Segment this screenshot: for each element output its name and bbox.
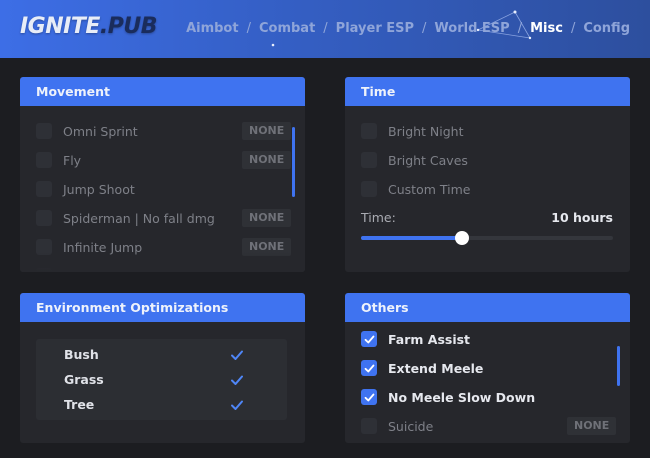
checkbox[interactable] [361, 181, 377, 197]
time-panel: Time Bright Night Bright Caves Custom Ti… [345, 77, 630, 272]
option-label: Bright Night [388, 123, 464, 139]
others-suicide[interactable]: Suicide [361, 416, 433, 436]
others-extend-meele[interactable]: Extend Meele [361, 358, 483, 378]
time-bright-night[interactable]: Bright Night [361, 121, 464, 141]
checkbox-checked[interactable] [361, 389, 377, 405]
top-bar: IGNITE.PUB Aimbot / Combat / Player ESP … [0, 0, 650, 58]
tab-aimbot[interactable]: Aimbot [186, 21, 239, 36]
tab-combat[interactable]: Combat [259, 21, 315, 36]
nav-separator: / [246, 21, 251, 36]
nav-separator: / [517, 21, 523, 36]
time-custom-time[interactable]: Custom Time [361, 179, 470, 199]
check-icon[interactable] [230, 398, 244, 412]
time-slider-label: Time: [361, 210, 396, 225]
environment-list: Bush Grass Tree [36, 339, 287, 420]
option-label: Farm Assist [388, 331, 471, 347]
app-logo: IGNITE.PUB [20, 14, 158, 39]
time-slider-track[interactable] [361, 231, 613, 245]
option-label: Bright Caves [388, 152, 468, 168]
tab-config[interactable]: Config [583, 21, 630, 36]
check-icon[interactable] [230, 348, 244, 362]
tab-misc[interactable]: Misc [530, 21, 563, 36]
others-panel-title: Others [345, 293, 630, 322]
movement-panel-title: Movement [20, 77, 305, 106]
checkbox[interactable] [36, 123, 52, 139]
option-label: Extend Meele [388, 360, 484, 376]
time-slider-value: 10 hours [551, 210, 613, 225]
checkbox[interactable] [361, 123, 377, 139]
others-scrollbar[interactable] [617, 346, 620, 386]
checkbox-checked[interactable] [361, 360, 377, 376]
option-label: Jump Shoot [63, 181, 135, 197]
checkbox[interactable] [361, 152, 377, 168]
movement-scrollbar[interactable] [292, 127, 295, 197]
option-label: Suicide [388, 418, 434, 434]
movement-jump-shoot[interactable]: Jump Shoot [36, 179, 135, 199]
env-item-bush[interactable]: Bush [64, 347, 99, 362]
checkbox[interactable] [36, 152, 52, 168]
checkbox[interactable] [361, 418, 377, 434]
tab-player-esp[interactable]: Player ESP [336, 21, 414, 36]
option-label: Spiderman | No fall dmg [63, 210, 215, 226]
scroll-fade [20, 252, 305, 272]
movement-omni-sprint[interactable]: Omni Sprint [36, 121, 138, 141]
environment-panel-title: Environment Optimizations [20, 293, 305, 322]
keybind-button[interactable]: NONE [242, 151, 292, 169]
nav-separator: / [422, 21, 427, 36]
option-label: Omni Sprint [63, 123, 138, 139]
others-farm-assist[interactable]: Farm Assist [361, 329, 470, 349]
check-icon [364, 364, 374, 372]
env-item-tree[interactable]: Tree [64, 397, 94, 412]
option-label: Custom Time [388, 181, 471, 197]
main-nav: Aimbot / Combat / Player ESP / World ESP… [186, 21, 630, 36]
option-label: Fly [63, 152, 82, 168]
checkbox-checked[interactable] [361, 331, 377, 347]
nav-separator: / [323, 21, 328, 36]
option-label: No Meele Slow Down [388, 389, 536, 405]
movement-fly[interactable]: Fly [36, 150, 81, 170]
checkbox[interactable] [36, 181, 52, 197]
time-slider-thumb[interactable] [455, 231, 469, 245]
check-icon[interactable] [230, 373, 244, 387]
check-icon [364, 335, 374, 343]
keybind-button[interactable]: NONE [567, 417, 617, 435]
movement-spiderman[interactable]: Spiderman | No fall dmg [36, 208, 215, 228]
time-slider-fill [361, 236, 462, 240]
time-bright-caves[interactable]: Bright Caves [361, 150, 468, 170]
check-icon [364, 393, 374, 401]
environment-panel: Environment Optimizations Bush Grass Tre… [20, 293, 305, 443]
nav-separator: / [570, 21, 576, 36]
checkbox[interactable] [36, 210, 52, 226]
others-no-meele-slow-down[interactable]: No Meele Slow Down [361, 387, 535, 407]
movement-panel: Movement Omni Sprint NONE Fly NONE Jump … [20, 77, 305, 272]
tab-world-esp[interactable]: World ESP [434, 21, 509, 36]
keybind-button[interactable]: NONE [242, 122, 292, 140]
others-panel: Others Farm Assist Extend Meele No Meele… [345, 293, 630, 443]
time-panel-title: Time [345, 77, 630, 106]
keybind-button[interactable]: NONE [242, 209, 292, 227]
env-item-grass[interactable]: Grass [64, 372, 104, 387]
